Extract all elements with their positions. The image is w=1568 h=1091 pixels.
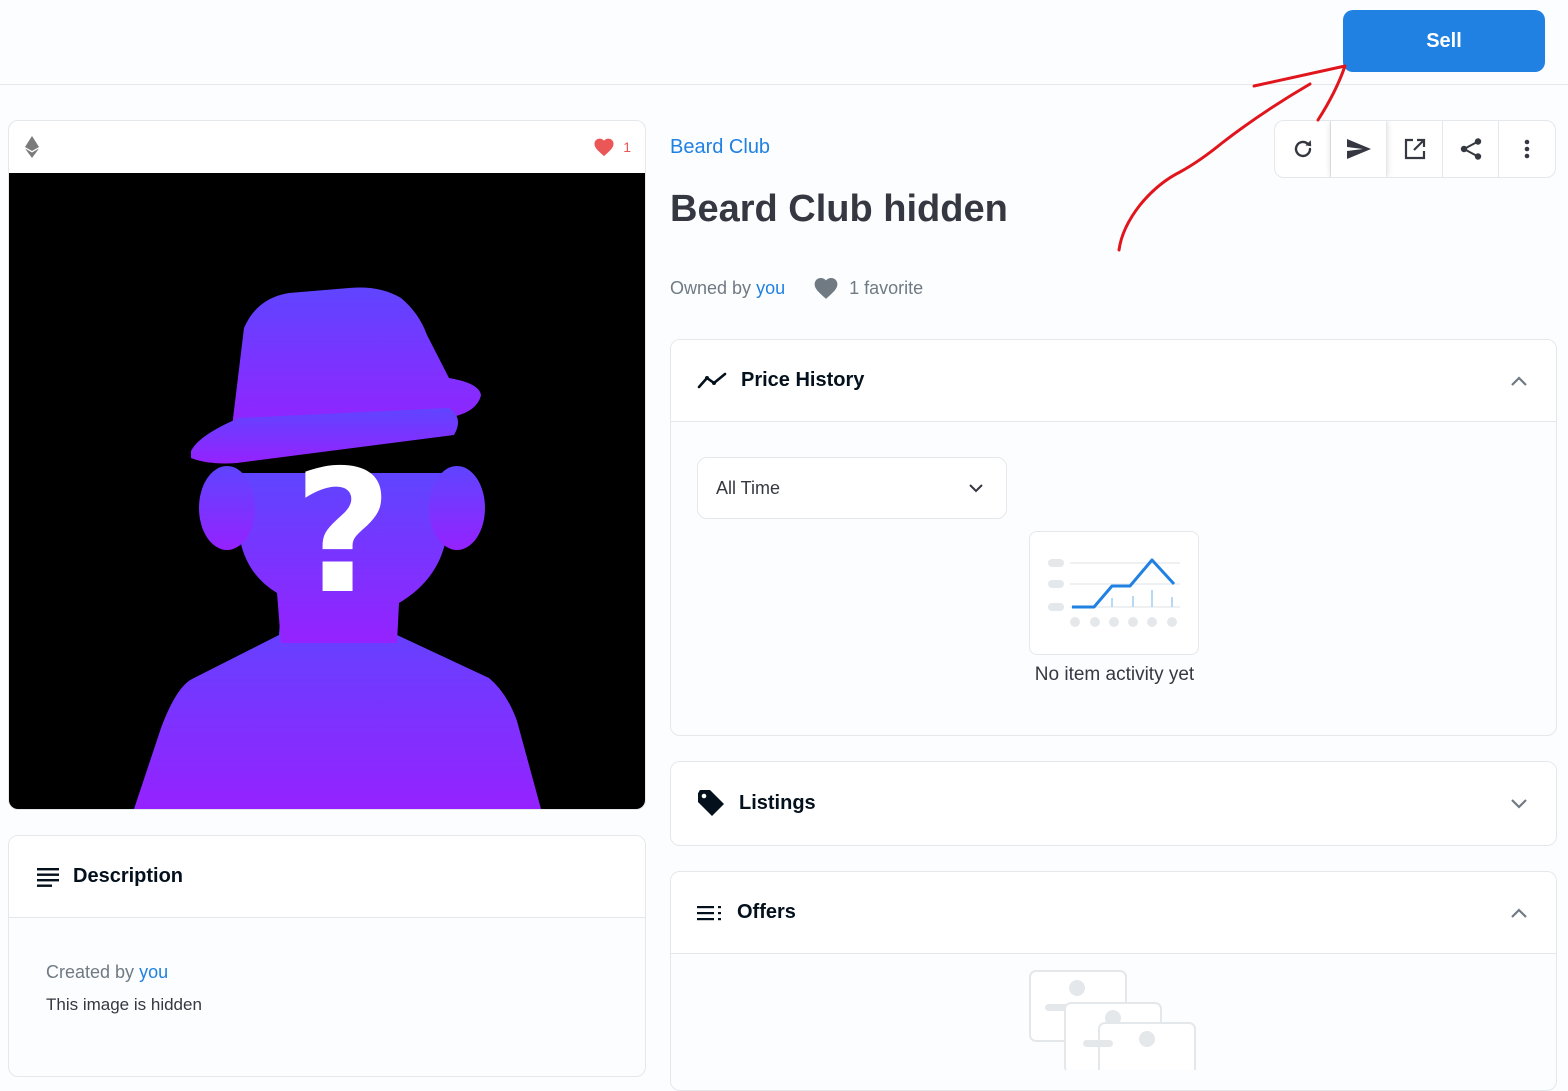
heart-icon — [814, 278, 838, 299]
top-bar: Sell — [0, 0, 1568, 85]
listings-panel: Listings — [670, 761, 1557, 846]
favorite-toggle[interactable]: 1 — [593, 137, 631, 157]
offers-panel: Offers — [670, 871, 1557, 1091]
no-activity-text: No item activity yet — [1034, 664, 1195, 685]
tag-icon — [698, 790, 724, 816]
empty-offers-illustration — [1029, 970, 1196, 1070]
media-header: 1 — [9, 121, 645, 173]
list-icon — [697, 905, 721, 920]
ethereum-icon — [25, 136, 39, 158]
hidden-silhouette-image: ? — [134, 287, 541, 809]
owner-row: Owned by you 1 favorite — [670, 276, 923, 300]
favorites-count-text: 1 favorite — [849, 277, 924, 298]
time-range-value: All Time — [716, 477, 781, 498]
nft-image[interactable]: ? — [9, 173, 645, 809]
description-panel: Description Created by you This image is… — [8, 835, 646, 1077]
refresh-icon — [1294, 140, 1311, 158]
sell-button[interactable]: Sell — [1343, 10, 1545, 72]
item-title: Beard Club hidden — [670, 188, 1008, 230]
chevron-up-icon[interactable] — [1510, 907, 1528, 919]
owner-link[interactable]: you — [756, 278, 785, 299]
favorite-count: 1 — [623, 139, 631, 155]
description-lines-icon — [37, 867, 59, 887]
transfer-button[interactable] — [1331, 121, 1387, 177]
chevron-up-icon[interactable] — [1510, 375, 1528, 387]
share-icon — [1460, 138, 1481, 160]
external-link-icon — [1404, 138, 1425, 160]
owned-by-label: Owned by — [670, 277, 752, 298]
time-range-select[interactable]: All Time — [697, 457, 1007, 519]
created-by-label: Created by — [46, 962, 135, 982]
svg-text:?: ? — [294, 434, 393, 632]
favorites-info: 1 favorite — [813, 276, 923, 300]
more-icon — [1524, 139, 1530, 159]
chevron-down-icon — [969, 484, 983, 493]
external-link-button[interactable] — [1387, 121, 1443, 177]
trend-line-icon — [697, 372, 727, 388]
media-card: 1 ? — [8, 120, 646, 810]
created-by: Created by you — [46, 962, 645, 983]
description-title: Description — [73, 865, 184, 887]
price-history-header[interactable]: Price History — [671, 340, 1556, 422]
offers-header[interactable]: Offers — [671, 872, 1556, 954]
refresh-metadata-button[interactable] — [1275, 121, 1331, 177]
description-header[interactable]: Description — [9, 836, 645, 918]
collection-link[interactable]: Beard Club — [670, 136, 770, 159]
listings-header[interactable]: Listings — [671, 762, 1556, 844]
chevron-down-icon[interactable] — [1510, 797, 1528, 809]
send-icon — [1346, 139, 1371, 159]
offers-title: Offers — [737, 901, 796, 923]
more-options-button[interactable] — [1499, 121, 1555, 177]
heart-icon — [594, 138, 614, 157]
price-history-title: Price History — [741, 369, 865, 391]
share-button[interactable] — [1443, 121, 1499, 177]
listings-title: Listings — [739, 791, 816, 814]
creator-link[interactable]: you — [139, 962, 168, 982]
item-actions — [1274, 120, 1556, 178]
empty-chart-illustration — [1029, 531, 1199, 655]
description-text: This image is hidden — [46, 995, 202, 1014]
price-history-panel: Price History All Time No item activity … — [670, 339, 1557, 736]
chart-placeholder-icon — [1048, 558, 1180, 627]
